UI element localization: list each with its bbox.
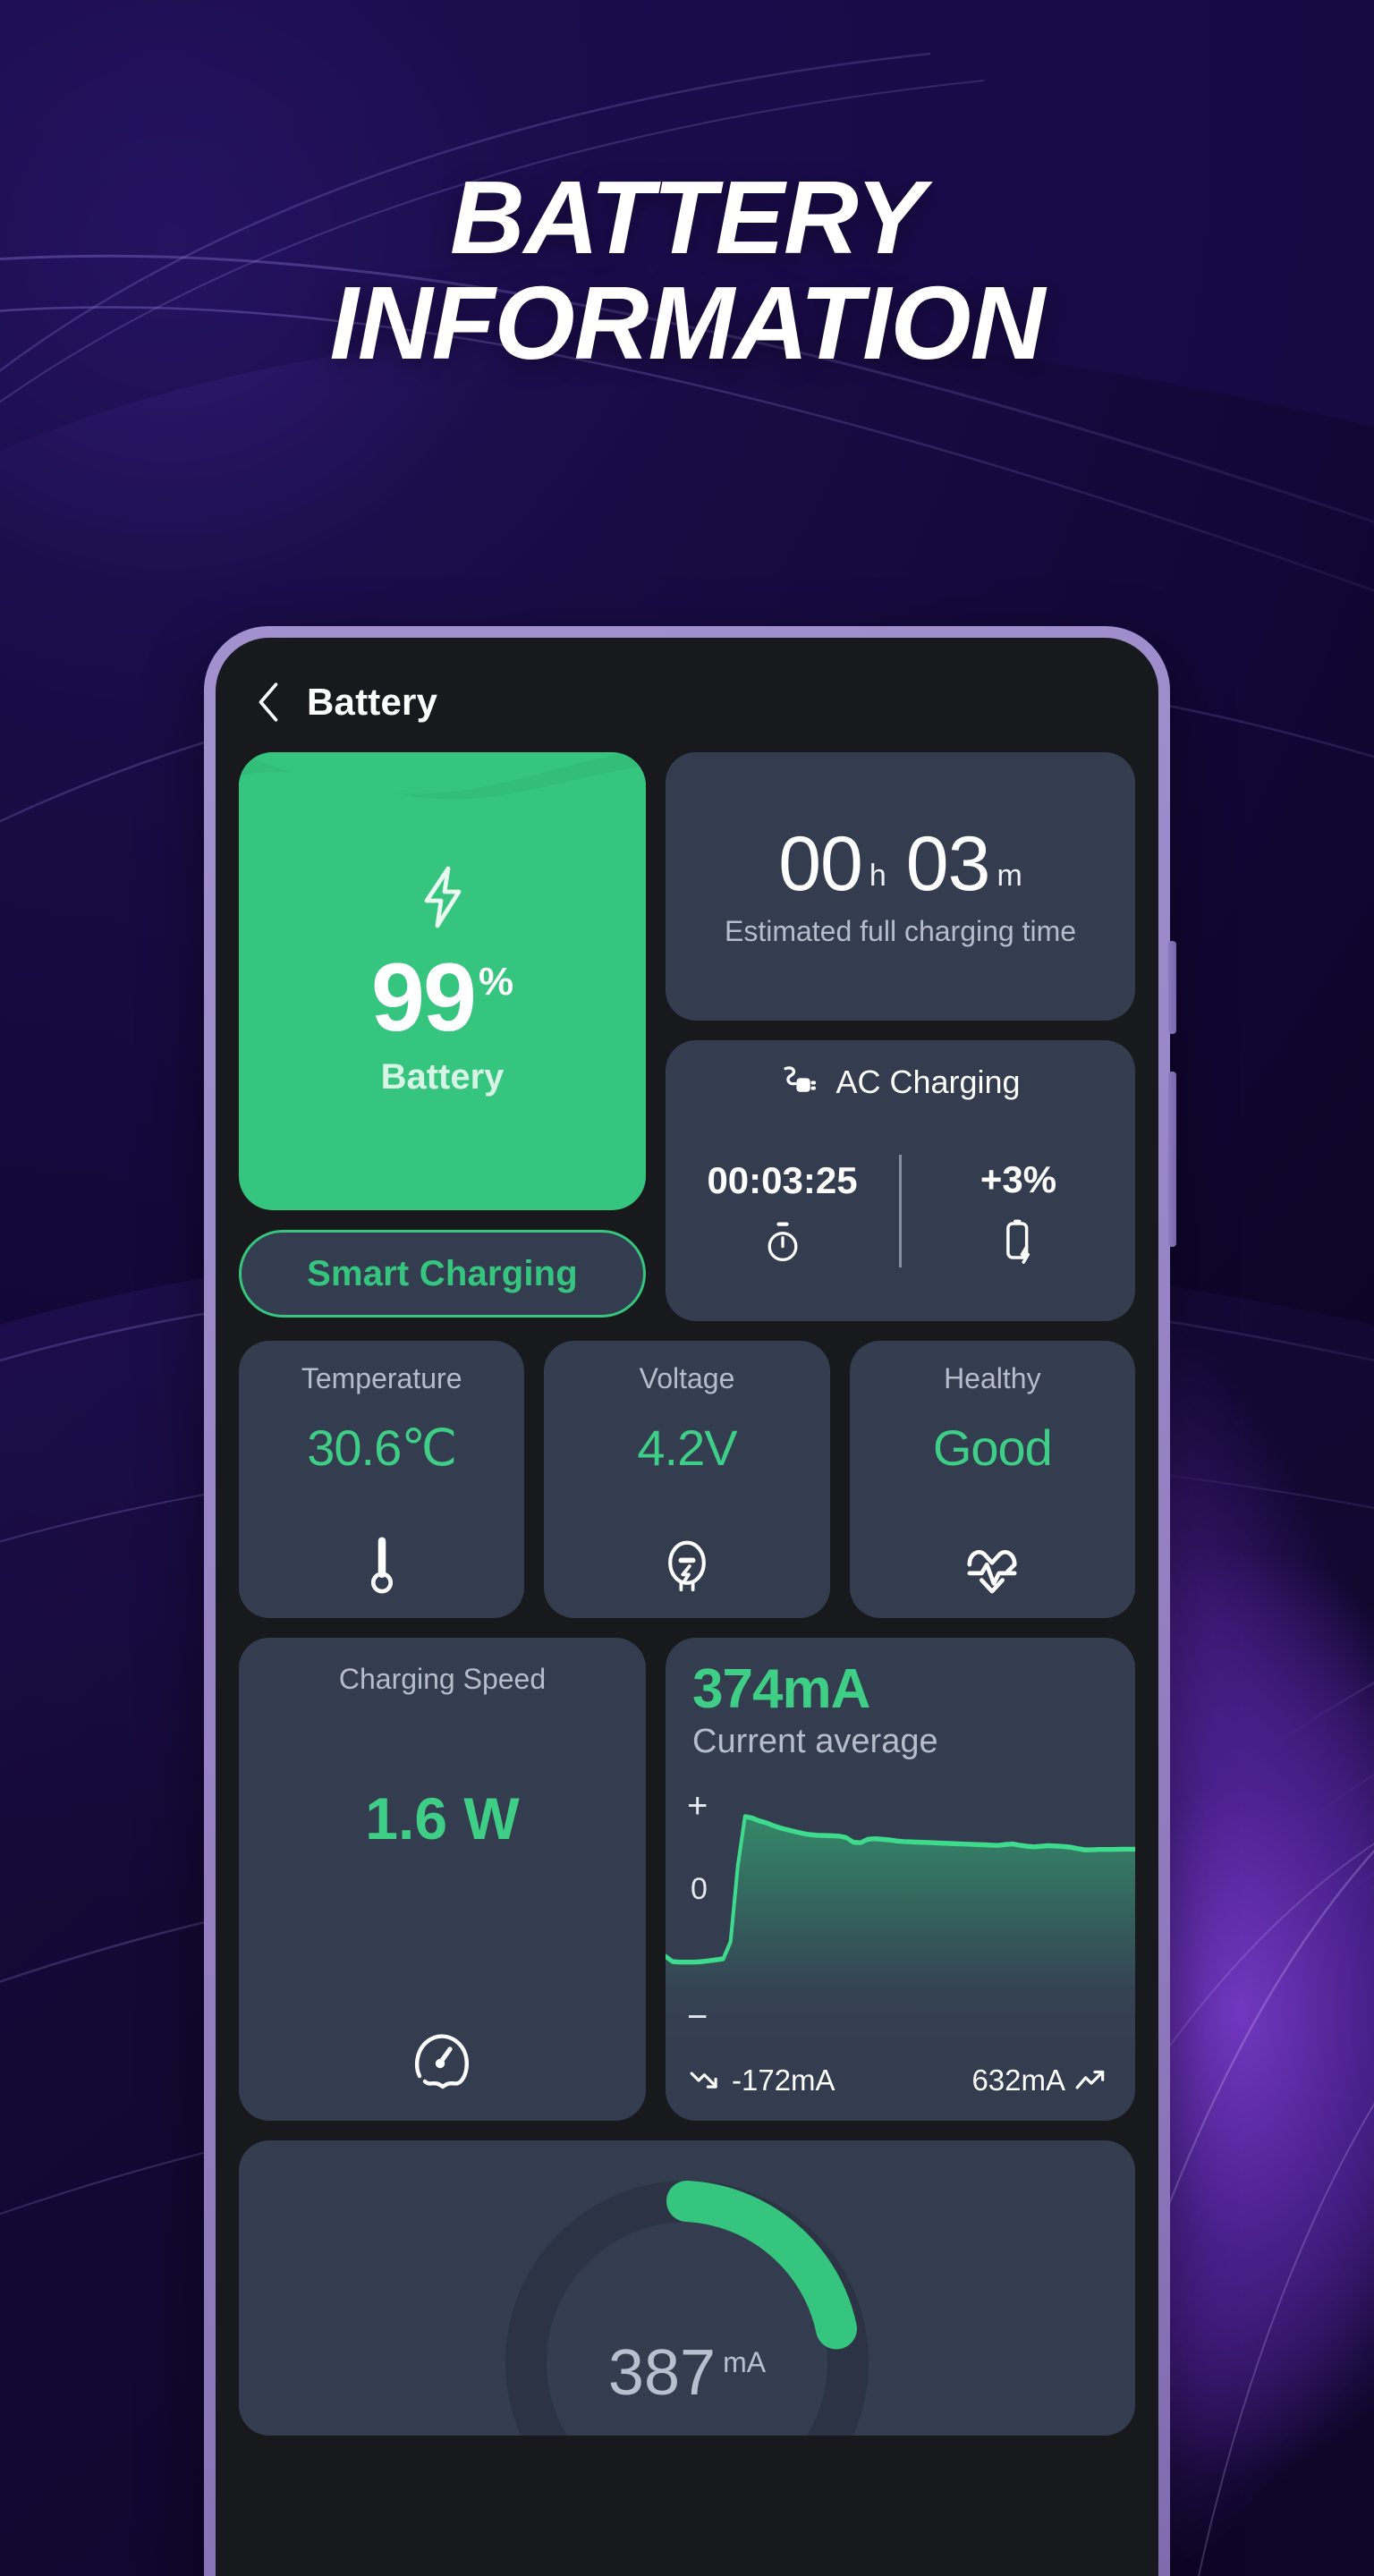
trend-up-icon [1075,2070,1105,2089]
chart-area [666,1814,1135,2063]
current-min-value: -172mA [732,2063,835,2097]
smart-charging-label: Smart Charging [307,1253,578,1293]
stats-row: Temperature 30.6℃ Voltage 4.2V Healthy G… [239,1341,1135,1618]
lightning-bolt-icon [424,866,461,928]
current-average-card[interactable]: 374mA Current average + 0 − [666,1638,1135,2121]
stat-value: Good [932,1419,1053,1476]
stat-value: 30.6℃ [307,1419,457,1476]
stat-value: 4.2V [637,1419,737,1476]
current-average-label: Current average [692,1723,938,1760]
estimated-time-caption: Estimated full charging time [724,914,1077,947]
current-average-footer: -172mA 632mA [666,2063,1135,2121]
ac-gained-cell: +3% [902,1158,1135,1264]
trend-down-icon [690,2072,717,2089]
gauge-readout: 387 mA [608,2341,766,2405]
battery-charging-icon [1005,1219,1030,1264]
gauge-unit: mA [723,2346,767,2378]
gauge-value: 387 [607,2337,717,2409]
stopwatch-icon [768,1222,797,1261]
thermometer-icon [370,1537,393,1594]
speedometer-icon [414,2034,469,2089]
estimated-minutes-unit: m [997,858,1022,893]
screenshot-root: BATTERY INFORMATION Battery 99 % Battery… [0,0,1374,2576]
ac-charging-header: AC Charging [666,1063,1135,1101]
stat-card-voltage[interactable]: Voltage 4.2V [544,1341,830,1618]
phone-side-button-small[interactable] [1168,941,1176,1034]
charging-info-column: 00 h 03 m Estimated full charging time A… [666,752,1135,1321]
wave-decoration [239,752,646,827]
battery-percent-symbol: % [479,959,514,1004]
ac-charging-card[interactable]: AC Charging 00:03:25 +3% [666,1040,1135,1321]
stat-card-temperature[interactable]: Temperature 30.6℃ [239,1341,525,1618]
charging-speed-value: 1.6 W [365,1785,520,1852]
stat-label: Healthy [944,1362,1041,1394]
speed-current-row: Charging Speed 1.6 W 374mA Current avera… [239,1638,1135,2121]
heart-pulse-icon [967,1549,1017,1594]
estimated-time-card[interactable]: 00 h 03 m Estimated full charging time [666,752,1135,1021]
estimated-time-value: 00 h 03 m [778,826,1022,902]
battery-column: 99 % Battery Smart Charging [239,752,646,1321]
stat-label: Temperature [301,1362,462,1394]
battery-percent: 99 % [370,942,514,1051]
chevron-left-icon[interactable] [253,679,284,725]
ac-gained-value: +3% [980,1158,1057,1200]
current-average-value: 374mA [692,1658,870,1720]
battery-level-card[interactable]: 99 % Battery [239,752,646,1210]
current-max: 632mA [971,2063,1108,2097]
phone-mockup: Battery 99 % Battery Smart Charging 00 h… [204,626,1176,2576]
app-content: 99 % Battery Smart Charging 00 h 03 m Es… [216,745,1158,2436]
battery-card-label: Battery [380,1057,505,1097]
stat-label: Voltage [639,1362,735,1394]
ac-charging-stats: 00:03:25 +3% [666,1121,1135,1301]
current-average-chart: + 0 − [666,1770,1135,2063]
page-title: Battery [307,681,438,723]
smart-charging-button[interactable]: Smart Charging [239,1230,646,1318]
current-min: -172mA [689,2063,835,2097]
current-max-value: 632mA [971,2063,1065,2097]
ac-elapsed-cell: 00:03:25 [666,1159,899,1263]
charging-speed-card[interactable]: Charging Speed 1.6 W [239,1638,646,2121]
current-gauge-card[interactable]: 387 mA [239,2140,1135,2436]
battery-percent-value: 99 [370,942,477,1051]
ac-stats-divider [899,1155,902,1267]
ac-elapsed-value: 00:03:25 [707,1159,858,1201]
phone-side-button-large[interactable] [1168,1072,1176,1247]
voltage-bulb-icon [668,1540,706,1592]
estimated-minutes: 03 [905,820,991,907]
charging-speed-label: Charging Speed [338,1663,547,1695]
stat-card-healthy[interactable]: Healthy Good [849,1341,1135,1618]
power-plug-icon [784,1066,817,1092]
phone-screen: Battery 99 % Battery Smart Charging 00 h… [216,638,1158,2576]
ac-charging-title: AC Charging [835,1063,1021,1100]
estimated-hours: 00 [778,820,863,907]
estimated-hours-unit: h [869,858,886,893]
top-row: 99 % Battery Smart Charging 00 h 03 m Es… [239,752,1135,1321]
app-header: Battery [216,638,1158,745]
